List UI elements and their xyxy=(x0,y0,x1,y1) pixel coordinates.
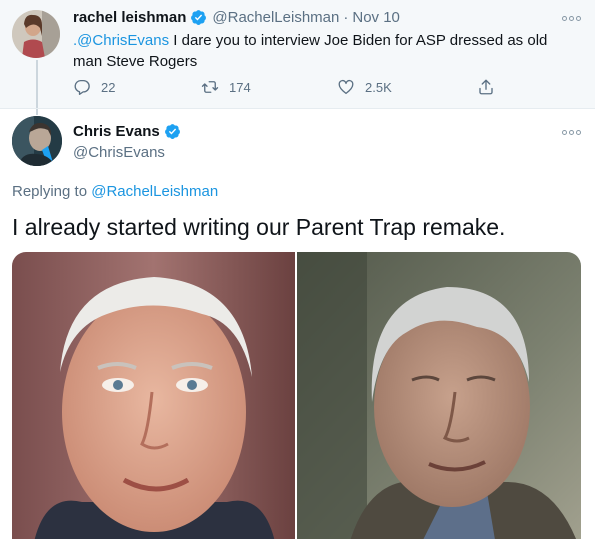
avatar[interactable] xyxy=(12,10,60,58)
main-tweet-text: I already started writing our Parent Tra… xyxy=(12,214,506,240)
parent-author-row: rachel leishman @RachelLeishman · Nov 10 xyxy=(73,9,400,26)
mention-link[interactable]: .@ChrisEvans xyxy=(73,32,169,49)
tweet-text-line2: man Steve Rogers xyxy=(73,53,198,70)
author-name[interactable]: rachel leishman xyxy=(73,9,186,26)
like-count: 2.5K xyxy=(365,79,392,95)
media-photo-right[interactable] xyxy=(297,252,581,539)
retweet-icon xyxy=(201,81,219,93)
reply-icon xyxy=(74,79,90,95)
reply-count: 22 xyxy=(101,79,116,95)
more-options-icon[interactable] xyxy=(562,127,582,139)
verified-badge-icon xyxy=(164,124,180,139)
separator-dot: · xyxy=(343,9,349,26)
like-icon xyxy=(338,79,354,95)
replying-to-link[interactable]: @RachelLeishman xyxy=(91,183,218,200)
tweet-media[interactable] xyxy=(12,252,581,539)
main-author-row: Chris Evans xyxy=(73,123,186,140)
share-button[interactable] xyxy=(477,78,505,96)
author-handle[interactable]: @ChrisEvans xyxy=(73,144,165,161)
author-handle[interactable]: @RachelLeishman xyxy=(212,9,339,26)
divider xyxy=(0,108,595,109)
retweet-count: 174 xyxy=(229,79,251,95)
replying-prefix: Replying to xyxy=(12,183,92,200)
tweet-thread: rachel leishman @RachelLeishman · Nov 10… xyxy=(0,0,595,539)
tweet-date[interactable]: Nov 10 xyxy=(352,9,400,26)
reply-button[interactable]: 22 xyxy=(73,78,115,96)
replying-to: Replying to @RachelLeishman xyxy=(12,183,218,200)
tweet-actions: 22 174 2.5K xyxy=(73,78,503,100)
parent-tweet-text: .@ChrisEvans I dare you to interview Joe… xyxy=(73,30,583,72)
share-icon xyxy=(479,79,493,95)
more-options-icon[interactable] xyxy=(562,13,582,25)
tweet-text-line1: I dare you to interview Joe Biden for AS… xyxy=(169,32,548,49)
media-photo-left[interactable] xyxy=(12,252,295,539)
retweet-button[interactable]: 174 xyxy=(201,78,251,96)
verified-badge-icon xyxy=(191,10,207,25)
author-name[interactable]: Chris Evans xyxy=(73,123,160,140)
thread-connector xyxy=(36,60,38,115)
parent-tweet[interactable]: rachel leishman @RachelLeishman · Nov 10… xyxy=(0,0,595,115)
avatar[interactable] xyxy=(12,116,62,166)
like-button[interactable]: 2.5K xyxy=(337,78,392,96)
